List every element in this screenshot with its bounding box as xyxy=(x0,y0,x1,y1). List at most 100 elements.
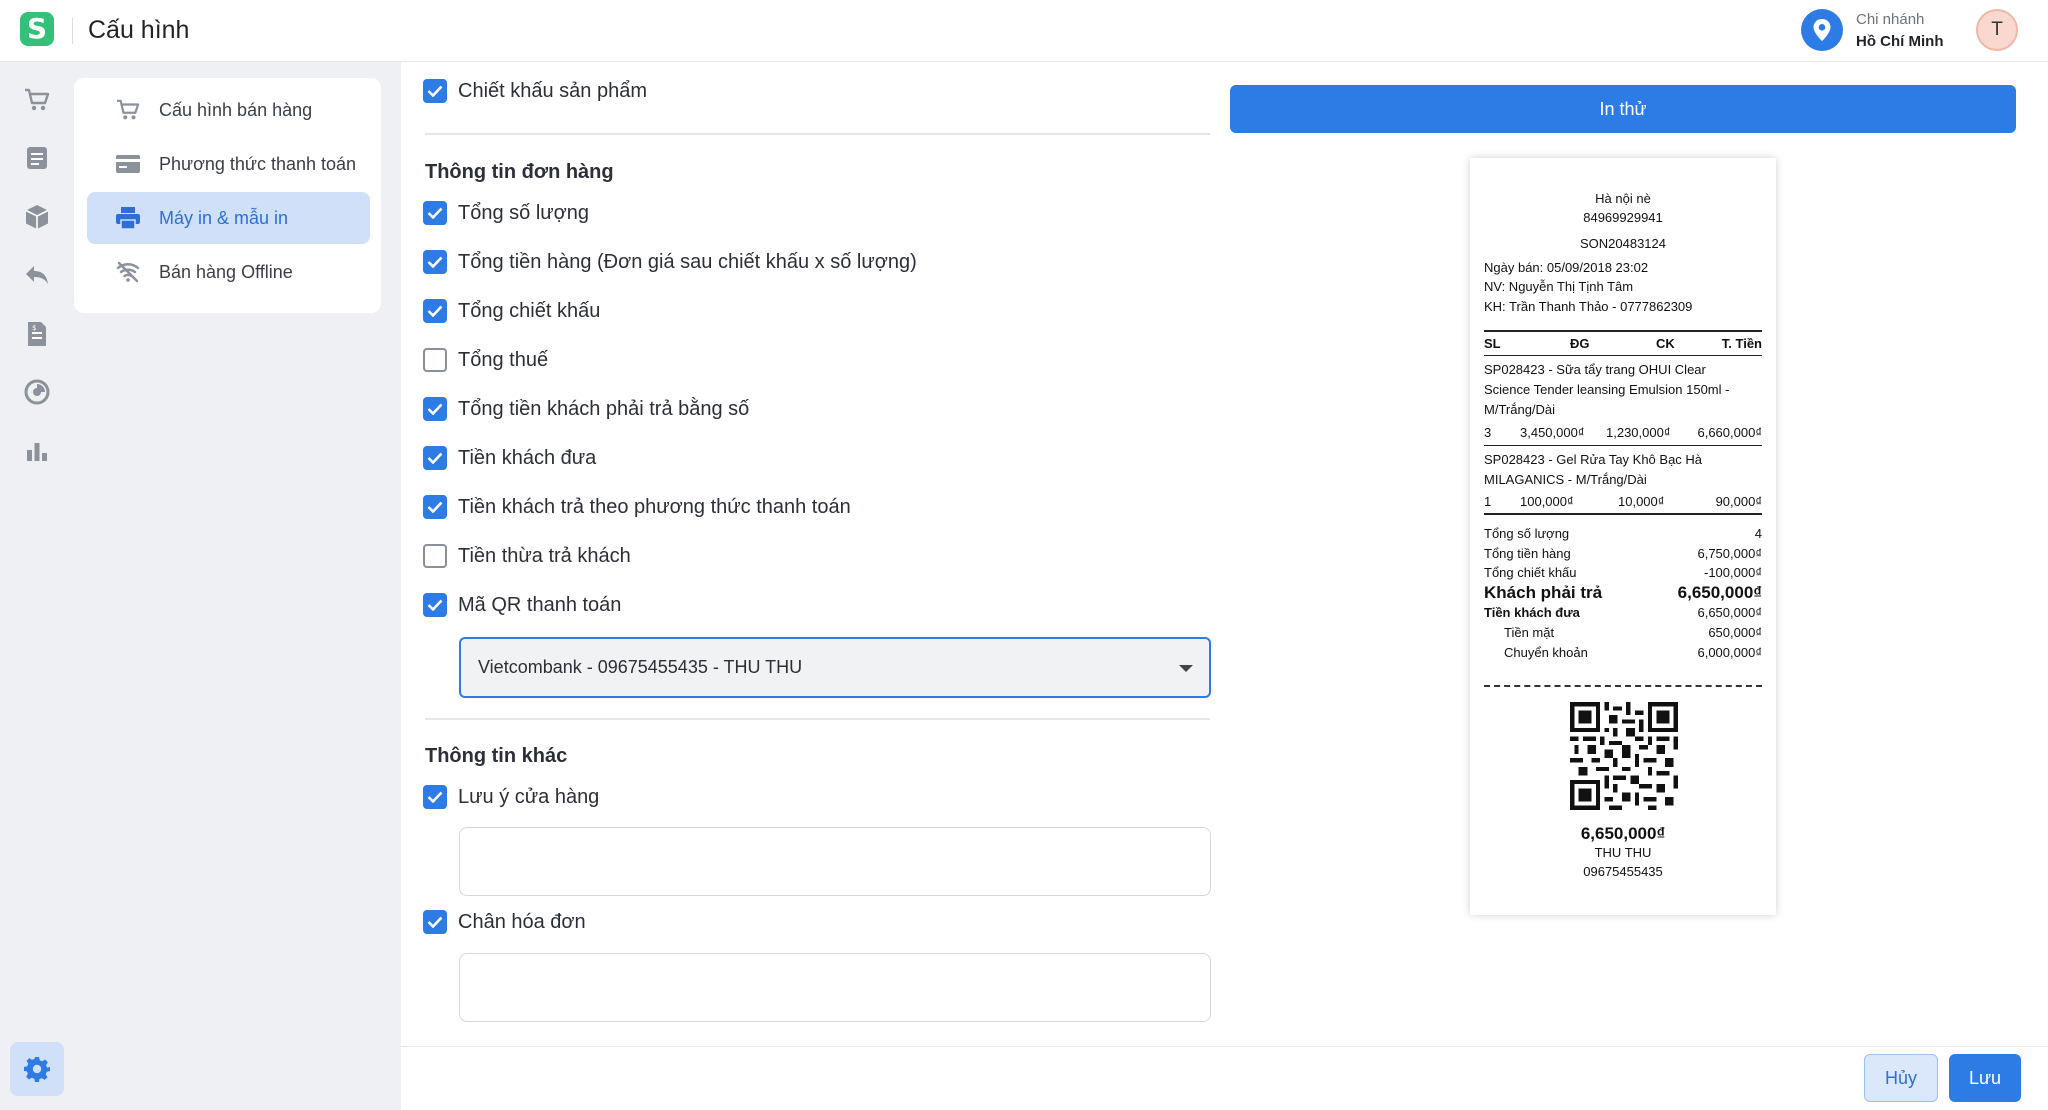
order-option[interactable]: Tiền khách đưa xyxy=(423,443,596,473)
order-option[interactable]: Tiền thừa trả khách xyxy=(423,541,631,571)
checkbox-checked[interactable] xyxy=(423,495,447,519)
checkbox-checked[interactable] xyxy=(423,785,447,809)
top-header: S Cấu hình Chi nhánh Hồ Chí Minh T xyxy=(0,0,2048,62)
checkbox-checked[interactable] xyxy=(423,79,447,103)
summary-row: Tổng số lượng 4 xyxy=(1484,526,1762,544)
checkbox-checked[interactable] xyxy=(423,250,447,274)
test-print-button[interactable]: In thử xyxy=(1230,85,2016,133)
page-title: Cấu hình xyxy=(88,16,190,44)
receipt-rule xyxy=(1484,445,1762,446)
location-pin-icon[interactable] xyxy=(1801,9,1843,51)
wifi-off-icon xyxy=(115,261,141,283)
receipt-rule xyxy=(1484,330,1762,332)
other-info-title: Thông tin khác xyxy=(425,745,568,767)
col-qty: SL xyxy=(1484,336,1501,351)
option-label: Lưu ý cửa hàng xyxy=(458,785,600,808)
chevron-down-icon xyxy=(1179,665,1193,672)
item-name-line: M/Trắng/Dài xyxy=(1484,402,1556,417)
checkbox-checked[interactable] xyxy=(423,910,447,934)
summary-value: 6,650,000₫ xyxy=(1677,583,1762,602)
summary-value: 6,750,000₫ xyxy=(1697,546,1762,561)
chart-icon[interactable] xyxy=(21,435,53,467)
branch-name[interactable]: Hồ Chí Minh xyxy=(1856,33,1943,50)
checkbox-checked[interactable] xyxy=(423,397,447,421)
app-logo[interactable]: S xyxy=(20,12,54,46)
submenu-item-printer[interactable]: Máy in & mẫu in xyxy=(87,192,370,244)
order-option[interactable]: Tổng chiết khấu xyxy=(423,296,600,326)
submenu-item-offline[interactable]: Bán hàng Offline xyxy=(87,246,370,298)
header-divider xyxy=(72,18,73,44)
summary-value: 4 xyxy=(1754,526,1762,541)
summary-row: Tiền mặt 650,000₫ xyxy=(1484,625,1762,643)
order-option[interactable]: Tổng thuế xyxy=(423,345,548,375)
order-option[interactable]: Tổng tiền khách phải trả bằng số xyxy=(423,394,749,424)
option-label: Tiền khách đưa xyxy=(458,446,597,469)
order-option[interactable]: Tổng số lượng xyxy=(423,198,589,228)
item-name-line: SP028423 - Sữa tẩy trang OHUI Clear xyxy=(1484,362,1706,377)
option-label: Chân hóa đơn xyxy=(458,910,586,933)
summary-label: Tiền mặt xyxy=(1504,625,1555,640)
submenu-item-sales-config[interactable]: Cấu hình bán hàng xyxy=(87,84,370,136)
summary-label: Tổng tiền hàng xyxy=(1484,546,1571,561)
submenu-item-payment-methods[interactable]: Phương thức thanh toán xyxy=(87,138,370,190)
cancel-button[interactable]: Hủy xyxy=(1864,1054,1938,1102)
section-divider xyxy=(425,133,1210,135)
item-name-line: Science Tender leansing Emulsion 150ml - xyxy=(1484,382,1730,397)
item-total: 6,660,000₫ xyxy=(1697,425,1762,440)
receipt-staff: NV: Nguyễn Thị Tịnh Tâm xyxy=(1484,279,1634,294)
summary-value: 6,000,000₫ xyxy=(1697,645,1762,660)
summary-row: Chuyển khoản 6,000,000₫ xyxy=(1484,645,1762,663)
receipt-rule xyxy=(1484,513,1762,515)
footer-note-option[interactable]: Chân hóa đơn xyxy=(423,907,586,937)
receipt-date: Ngày bán: 05/09/2018 23:02 xyxy=(1484,260,1649,275)
product-discount-option[interactable]: Chiết khấu sản phẩm xyxy=(423,76,647,106)
section-divider xyxy=(425,718,1210,720)
footer-note-input[interactable] xyxy=(459,953,1211,1022)
item-discount: 1,230,000₫ xyxy=(1606,425,1671,440)
cart-icon[interactable] xyxy=(21,84,53,116)
checkbox-unchecked[interactable] xyxy=(423,544,447,568)
option-label: Mã QR thanh toán xyxy=(458,593,622,616)
svg-text:$: $ xyxy=(32,324,36,332)
option-label: Tổng chiết khấu xyxy=(458,299,601,322)
gear-icon[interactable] xyxy=(10,1042,64,1096)
order-option[interactable]: Tiền khách trả theo phương thức thanh to… xyxy=(423,492,851,522)
receipt-icon[interactable]: $ xyxy=(21,318,53,350)
order-option[interactable]: Mã QR thanh toán xyxy=(423,590,621,620)
qr-account-select[interactable]: Vietcombank - 09675455435 - THU THU xyxy=(459,637,1211,698)
item-qty: 3 xyxy=(1484,425,1492,440)
branch-label: Chi nhánh xyxy=(1856,11,1925,28)
checkbox-checked[interactable] xyxy=(423,299,447,323)
col-total: T. Tiền xyxy=(1721,336,1762,351)
main-panel xyxy=(401,62,2048,1046)
checkbox-unchecked[interactable] xyxy=(423,348,447,372)
summary-value: -100,000₫ xyxy=(1704,565,1762,580)
pie-icon[interactable] xyxy=(21,376,53,408)
item-price: 100,000₫ xyxy=(1520,494,1574,509)
box-icon[interactable] xyxy=(21,201,53,233)
return-icon[interactable] xyxy=(21,259,53,291)
qr-account-name: THU THU xyxy=(1594,845,1652,860)
summary-label: Tổng số lượng xyxy=(1484,526,1570,541)
receipt-preview: Hà nội nè 84969929941 SON20483124 Ngày b… xyxy=(1470,158,1776,915)
receipt-item-row: 1 100,000₫ 10,000₫ 90,000₫ xyxy=(1484,494,1762,512)
avatar[interactable]: T xyxy=(1976,9,2018,51)
option-label: Tổng thuế xyxy=(458,348,549,371)
invoice-icon[interactable] xyxy=(21,142,53,174)
qr-amount: 6,650,000₫ xyxy=(1580,824,1666,843)
receipt-columns: SL ĐG CK T. Tiền xyxy=(1484,336,1762,354)
option-label: Tổng số lượng xyxy=(458,201,590,224)
summary-value: 6,650,000₫ xyxy=(1697,605,1762,620)
summary-row: Tổng tiền hàng 6,750,000₫ xyxy=(1484,546,1762,564)
order-option[interactable]: Tổng tiền hàng (Đơn giá sau chiết khấu x… xyxy=(423,247,917,277)
submenu-label: Bán hàng Offline xyxy=(159,261,293,282)
store-note-option[interactable]: Lưu ý cửa hàng xyxy=(423,782,599,812)
checkbox-checked[interactable] xyxy=(423,593,447,617)
store-note-input[interactable] xyxy=(459,827,1211,896)
checkbox-checked[interactable] xyxy=(423,446,447,470)
save-button[interactable]: Lưu xyxy=(1949,1054,2021,1102)
item-qty: 1 xyxy=(1484,494,1492,509)
receipt-item-row: 3 3,450,000₫ 1,230,000₫ 6,660,000₫ xyxy=(1484,425,1762,443)
order-info-title: Thông tin đơn hàng xyxy=(425,161,614,183)
checkbox-checked[interactable] xyxy=(423,201,447,225)
